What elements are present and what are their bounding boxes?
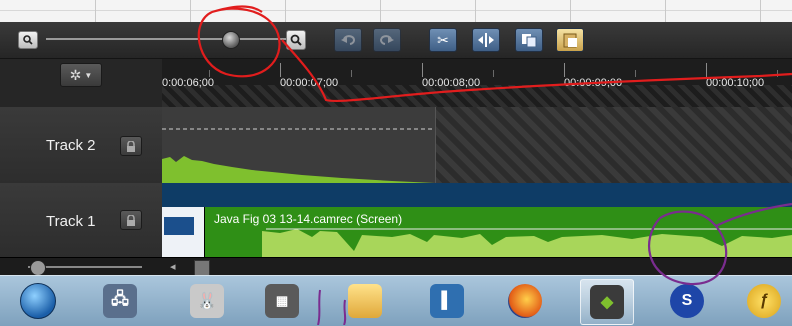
- track-1-header[interactable]: Track 1: [0, 183, 162, 258]
- split-icon: [478, 33, 494, 47]
- zoom-out-button[interactable]: [18, 31, 38, 49]
- clip-thumbnail: [162, 207, 205, 257]
- ruler-label: 00:00:09;00: [564, 77, 623, 89]
- paste-button[interactable]: [556, 28, 584, 52]
- background-spreadsheet-strip: [0, 0, 792, 22]
- split-button[interactable]: [472, 28, 500, 52]
- track-lock-button[interactable]: [120, 136, 142, 156]
- chevron-down-icon: ▼: [84, 70, 93, 80]
- ruler-label: 00:00:07;00: [280, 77, 339, 89]
- calculator-icon: ▦: [265, 284, 299, 318]
- redo-icon: [380, 35, 394, 45]
- taskbar-bunny-app[interactable]: 🐰: [181, 279, 233, 323]
- ruler-label: 00:00:10;00: [706, 77, 765, 89]
- sync-s-icon: S: [670, 284, 704, 318]
- scroll-left-icon[interactable]: ◂: [170, 260, 176, 273]
- taskbar-calculator[interactable]: ▦: [256, 279, 308, 323]
- redo-button[interactable]: [373, 28, 401, 52]
- audio-waveform-icon: [162, 128, 435, 183]
- copy-icon: [522, 34, 537, 47]
- gear-icon: ✲: [69, 66, 82, 83]
- lock-icon: [127, 214, 135, 226]
- taskbar-contacts[interactable]: ▌: [421, 279, 473, 323]
- file-explorer-icon: [348, 284, 382, 318]
- timeline-ruler[interactable]: 0:00:06;00 00:00:07;00 00:00:08;00 00:00…: [162, 59, 792, 107]
- taskbar-camtasia[interactable]: ◆: [580, 279, 634, 325]
- start-button[interactable]: [12, 279, 64, 323]
- track-2-clip[interactable]: [162, 107, 436, 183]
- horizontal-scroll-row: ◂: [0, 257, 792, 276]
- track-name: Track 1: [46, 213, 96, 230]
- horizontal-scrollbar-thumb[interactable]: [194, 260, 210, 276]
- firefox-icon: [508, 284, 542, 318]
- taskbar-network-app[interactable]: 🖧: [94, 279, 146, 323]
- zoom-in-icon: [290, 34, 302, 46]
- cut-icon: ✂: [437, 31, 449, 48]
- track-options-button[interactable]: ✲ ▼: [60, 63, 102, 87]
- calculator-bunny-icon: 🐰: [190, 284, 224, 318]
- track-separator-band: [162, 183, 792, 207]
- undo-icon: [341, 35, 355, 45]
- undo-button[interactable]: [334, 28, 362, 52]
- flash-icon: ƒ: [747, 284, 781, 318]
- zoom-in-button[interactable]: [286, 30, 306, 50]
- track-name: Track 2: [46, 137, 96, 154]
- windows-taskbar: 🖧 🐰 ▦ ▌ ◆ S ƒ: [0, 275, 792, 326]
- network-icon: 🖧: [103, 284, 137, 318]
- taskbar-firefox[interactable]: [499, 279, 551, 323]
- ruler-label: 00:00:08;00: [422, 77, 481, 89]
- copy-button[interactable]: [515, 28, 543, 52]
- zoom-out-icon: [23, 35, 33, 45]
- contacts-book-icon: ▌: [430, 284, 464, 318]
- paste-icon: [563, 33, 577, 48]
- camtasia-icon: ◆: [590, 285, 624, 319]
- taskbar-flash[interactable]: ƒ: [738, 279, 790, 323]
- track-lock-button[interactable]: [120, 210, 142, 230]
- taskbar-sync-app[interactable]: S: [661, 279, 713, 323]
- zoom-slider-track[interactable]: [46, 38, 286, 40]
- track-height-slider-thumb[interactable]: [30, 260, 46, 276]
- zoom-slider-thumb[interactable]: [222, 31, 240, 49]
- start-orb-icon: [20, 283, 56, 319]
- clip-label: Java Fig 03 13-14.camrec (Screen): [214, 212, 403, 226]
- cut-button[interactable]: ✂: [429, 28, 457, 52]
- taskbar-file-explorer[interactable]: [339, 279, 391, 323]
- lock-icon: [127, 140, 135, 152]
- track-2-header[interactable]: Track 2: [0, 107, 162, 184]
- ruler-label: 0:00:06;00: [162, 77, 214, 89]
